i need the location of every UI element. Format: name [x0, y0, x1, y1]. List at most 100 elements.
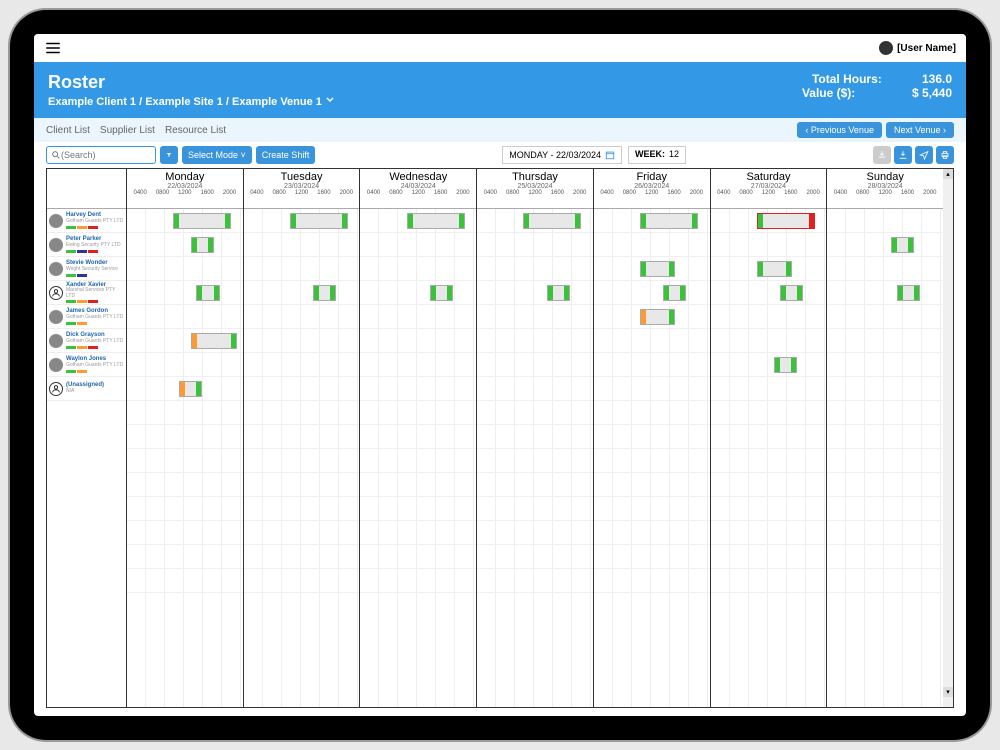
schedule-cell[interactable]	[244, 497, 360, 521]
print-button[interactable]	[936, 146, 954, 164]
schedule-cell[interactable]	[711, 569, 827, 593]
schedule-cell[interactable]	[594, 425, 710, 449]
schedule-cell[interactable]	[360, 449, 476, 473]
schedule-cell[interactable]	[827, 257, 943, 281]
scroll-up-icon[interactable]: ▴	[943, 169, 953, 179]
download-button[interactable]	[894, 146, 912, 164]
schedule-cell[interactable]	[477, 209, 593, 233]
resource-row[interactable]: Xander XavierMarshal Services PTY LTD	[47, 281, 126, 305]
shift-block[interactable]	[173, 213, 231, 229]
schedule-cell[interactable]	[127, 497, 243, 521]
schedule-cell[interactable]	[127, 377, 243, 401]
schedule-cell[interactable]	[477, 233, 593, 257]
schedule-cell[interactable]	[244, 569, 360, 593]
schedule-cell[interactable]	[711, 521, 827, 545]
schedule-cell[interactable]	[827, 521, 943, 545]
schedule-cell[interactable]	[711, 233, 827, 257]
shift-block[interactable]	[547, 285, 570, 301]
schedule-cell[interactable]	[360, 401, 476, 425]
schedule-cell[interactable]	[477, 257, 593, 281]
schedule-cell[interactable]	[360, 425, 476, 449]
schedule-cell[interactable]	[827, 569, 943, 593]
schedule-cell[interactable]	[127, 545, 243, 569]
schedule-cell[interactable]	[594, 257, 710, 281]
schedule-cell[interactable]	[827, 209, 943, 233]
schedule-cell[interactable]	[360, 353, 476, 377]
schedule-cell[interactable]	[477, 497, 593, 521]
days-wrapper[interactable]: Monday22/03/202404000800120016002000Tues…	[127, 169, 943, 707]
schedule-cell[interactable]	[244, 449, 360, 473]
schedule-cell[interactable]	[244, 281, 360, 305]
scroll-down-icon[interactable]: ▾	[943, 687, 953, 697]
shift-block[interactable]	[757, 213, 815, 229]
schedule-cell[interactable]	[244, 257, 360, 281]
schedule-cell[interactable]	[477, 305, 593, 329]
schedule-cell[interactable]	[711, 257, 827, 281]
schedule-cell[interactable]	[827, 425, 943, 449]
schedule-cell[interactable]	[360, 473, 476, 497]
schedule-cell[interactable]	[360, 497, 476, 521]
schedule-cell[interactable]	[594, 233, 710, 257]
schedule-cell[interactable]	[127, 329, 243, 353]
menu-button[interactable]	[44, 39, 62, 57]
create-shift-button[interactable]: Create Shift	[256, 146, 316, 164]
shift-block[interactable]	[640, 261, 675, 277]
schedule-cell[interactable]	[827, 545, 943, 569]
schedule-cell[interactable]	[711, 329, 827, 353]
supplier-list-link[interactable]: Supplier List	[100, 125, 155, 136]
schedule-cell[interactable]	[360, 305, 476, 329]
user-section[interactable]: [User Name]	[879, 41, 956, 55]
schedule-cell[interactable]	[827, 281, 943, 305]
shift-block[interactable]	[757, 261, 792, 277]
shift-block[interactable]	[640, 309, 675, 325]
schedule-cell[interactable]	[127, 281, 243, 305]
resource-row[interactable]: (Unassigned)N/A	[47, 377, 126, 401]
schedule-cell[interactable]	[594, 449, 710, 473]
schedule-cell[interactable]	[127, 305, 243, 329]
schedule-cell[interactable]	[711, 497, 827, 521]
schedule-cell[interactable]	[711, 281, 827, 305]
schedule-cell[interactable]	[127, 449, 243, 473]
schedule-cell[interactable]	[711, 473, 827, 497]
resource-row[interactable]: Dick GraysonGotham Guards PTY LTD	[47, 329, 126, 353]
schedule-cell[interactable]	[594, 545, 710, 569]
schedule-cell[interactable]	[594, 353, 710, 377]
send-button[interactable]	[915, 146, 933, 164]
schedule-cell[interactable]	[360, 377, 476, 401]
schedule-cell[interactable]	[594, 521, 710, 545]
schedule-cell[interactable]	[827, 329, 943, 353]
schedule-cell[interactable]	[244, 353, 360, 377]
schedule-cell[interactable]	[711, 401, 827, 425]
schedule-cell[interactable]	[244, 305, 360, 329]
shift-block[interactable]	[897, 285, 920, 301]
resource-row[interactable]: Peter ParkerEwing Security PTY LTD	[47, 233, 126, 257]
schedule-cell[interactable]	[711, 377, 827, 401]
resource-row[interactable]: Harvey DentGotham Guards PTY LTD	[47, 209, 126, 233]
next-venue-button[interactable]: Next Venue ›	[886, 122, 954, 138]
previous-venue-button[interactable]: ‹ Previous Venue	[797, 122, 882, 138]
schedule-cell[interactable]	[827, 401, 943, 425]
schedule-cell[interactable]	[477, 281, 593, 305]
schedule-cell[interactable]	[477, 545, 593, 569]
schedule-cell[interactable]	[360, 233, 476, 257]
schedule-cell[interactable]	[711, 353, 827, 377]
schedule-cell[interactable]	[127, 569, 243, 593]
schedule-cell[interactable]	[244, 233, 360, 257]
schedule-cell[interactable]	[244, 545, 360, 569]
resource-row[interactable]: Waylon JonesGotham Guards PTY LTD	[47, 353, 126, 377]
schedule-cell[interactable]	[594, 497, 710, 521]
export-button[interactable]	[873, 146, 891, 164]
schedule-cell[interactable]	[127, 521, 243, 545]
shift-block[interactable]	[191, 237, 214, 253]
schedule-cell[interactable]	[127, 425, 243, 449]
schedule-cell[interactable]	[594, 281, 710, 305]
schedule-cell[interactable]	[827, 233, 943, 257]
schedule-cell[interactable]	[477, 329, 593, 353]
filter-button[interactable]	[160, 146, 178, 164]
schedule-cell[interactable]	[360, 209, 476, 233]
schedule-cell[interactable]	[594, 569, 710, 593]
schedule-cell[interactable]	[360, 257, 476, 281]
schedule-cell[interactable]	[127, 233, 243, 257]
schedule-cell[interactable]	[477, 377, 593, 401]
schedule-cell[interactable]	[477, 401, 593, 425]
